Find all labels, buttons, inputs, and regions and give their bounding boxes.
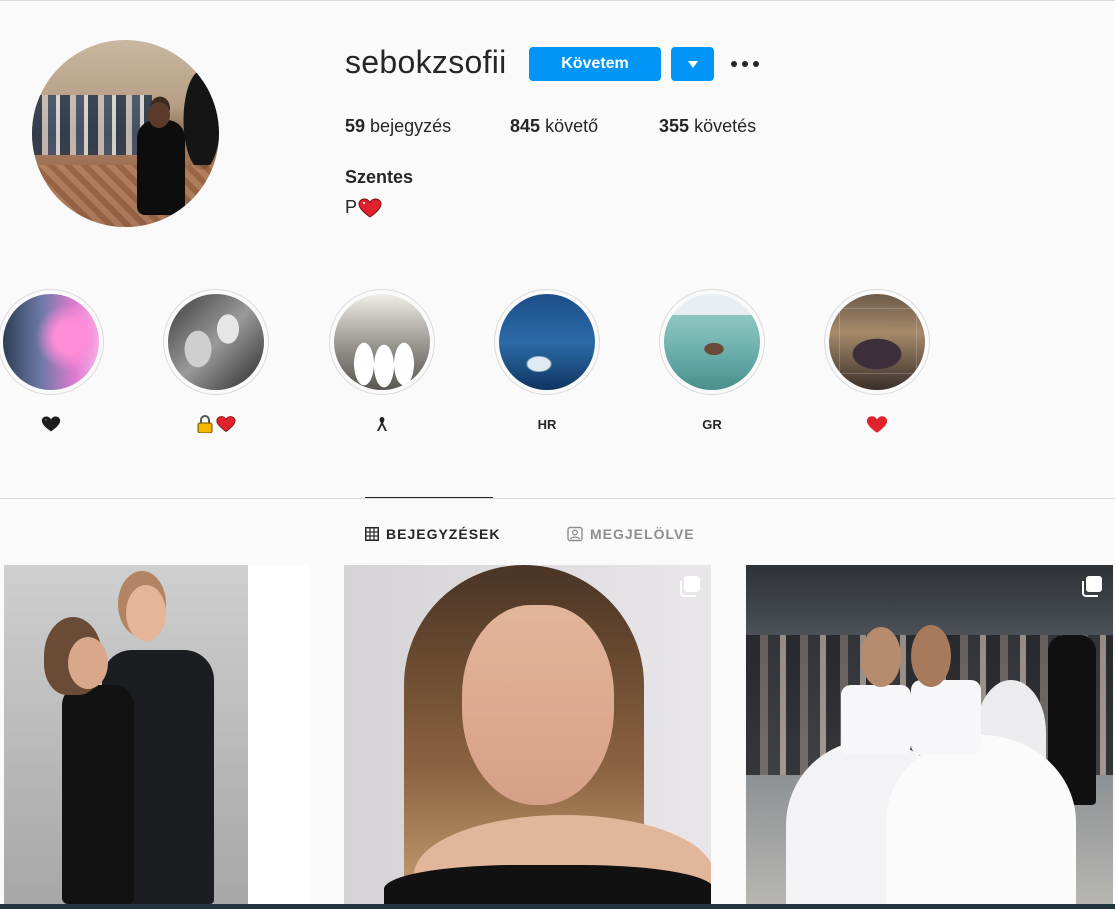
suggestions-dropdown-button[interactable] [671,47,714,81]
post-tile-1[interactable] [4,565,309,904]
profile-bio: P [345,197,382,218]
photo-face-2 [126,585,166,641]
black-heart-icon [41,416,61,432]
profile-avatar[interactable] [32,40,219,227]
photo-gown-2 [886,735,1076,904]
highlight-3[interactable] [329,289,435,433]
highlight-label [0,415,104,433]
highlight-ring [824,289,930,395]
highlight-label [824,415,930,433]
photo-bodice-2 [911,680,981,755]
more-options-button[interactable] [728,52,762,76]
highlight-6[interactable] [824,289,930,433]
photo-top [384,865,711,904]
highlight-ring [659,289,765,395]
highlight-ring [163,289,269,395]
posts-count: 59 bejegyzés [345,116,451,137]
tagged-user-icon [567,526,583,542]
sparkle-heart-icon [358,197,382,218]
following-link[interactable]: 355 követés [659,116,756,137]
highlight-1[interactable] [0,289,104,433]
tab-tagged-label: MEGJELÖLVE [590,526,695,542]
highlight-label: HR [537,416,557,432]
highlight-ring [0,289,104,395]
active-tab-indicator [365,497,493,498]
following-count-label: követés [694,116,757,136]
highlight-cover [829,294,925,390]
red-heart-icon [216,416,236,433]
bio-text: P [345,197,358,217]
profile-full-name: Szentes [345,167,414,187]
post-photo [4,565,248,904]
photo-face [462,605,614,805]
avatar-bg-rack [32,95,152,155]
following-count-value: 355 [659,116,690,136]
posts-count-label: bejegyzés [370,116,452,136]
red-heart-icon [866,415,888,433]
following-button[interactable]: Követem [529,47,661,81]
avatar-bg-floor [32,165,219,227]
highlight-5[interactable]: GR [659,289,765,433]
highlight-cover [664,294,760,390]
lock-icon [197,415,213,433]
top-border [0,0,1115,1]
highlight-cover [3,294,99,390]
avatar-person [137,120,185,215]
posts-count-value: 59 [345,116,366,136]
caret-down-icon [687,60,698,68]
photo-bodice-1 [841,685,911,755]
highlight-label [163,415,269,433]
tab-posts-label: BEJEGYZÉSEK [386,526,501,542]
highlight-ring [329,289,435,395]
tab-tagged[interactable]: MEGJELÖLVE [567,526,695,542]
followers-count-label: követő [545,116,599,136]
multiple-images-icon [680,576,700,597]
avatar-head [148,102,170,128]
ellipsis-icon [731,61,759,67]
photo-face-1 [68,637,108,689]
post-tile-3[interactable] [746,565,1113,904]
post-tile-2[interactable] [344,565,711,904]
photo-head-1 [861,627,901,687]
highlight-2[interactable] [163,289,269,433]
highlight-label [329,415,435,433]
highlight-ring [494,289,600,395]
highlight-cover [168,294,264,390]
photo-head-2 [911,625,951,687]
followers-count-value: 845 [510,116,541,136]
highlight-4[interactable]: HR [494,289,600,433]
multiple-images-icon [1082,576,1102,597]
tabs-divider [0,498,1115,499]
profile-username: sebokzsofii [345,44,507,80]
followers-link[interactable]: 845 követő [510,116,598,137]
ribbon-icon [377,417,387,431]
tab-posts[interactable]: BEJEGYZÉSEK [365,526,500,542]
highlight-cover [499,294,595,390]
photo-figure-dress [62,685,134,904]
highlight-cover [334,294,430,390]
grid-icon [365,527,379,541]
highlight-label: GR [702,416,722,432]
bottom-bar [0,904,1115,909]
